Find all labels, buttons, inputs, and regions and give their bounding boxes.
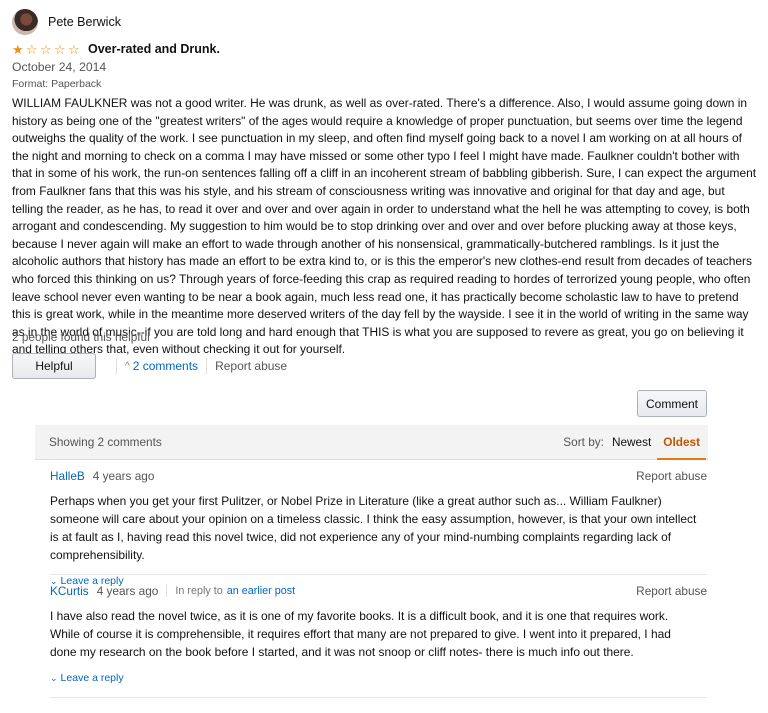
star-rating: ★ ☆ ☆ ☆ ☆ (12, 43, 82, 56)
comment-item: KCurtis 4 years ago In reply to an earli… (50, 584, 707, 684)
star-empty-icon: ☆ (26, 41, 38, 57)
review-title[interactable]: Over-rated and Drunk. (88, 42, 220, 56)
comment-time: 4 years ago (96, 584, 159, 598)
review-actions: Helpful ^ 2 comments Report abuse (12, 353, 287, 379)
leave-reply-label[interactable]: Leave a reply (61, 672, 124, 684)
comments-count: Showing 2 comments (49, 435, 162, 449)
comment-divider (50, 574, 707, 575)
comment-divider (50, 697, 707, 698)
review-page: Pete Berwick ★ ☆ ☆ ☆ ☆ Over-rated and Dr… (0, 0, 768, 713)
comment-meta: KCurtis 4 years ago In reply to an earli… (50, 584, 707, 598)
review-date: October 24, 2014 (12, 60, 107, 74)
in-reply-to-link[interactable]: an earlier post (227, 585, 295, 597)
comment-report-abuse-link[interactable]: Report abuse (636, 469, 707, 483)
leave-reply-link[interactable]: ⌄ Leave a reply (50, 672, 707, 684)
comment-text: I have also read the novel twice, as it … (50, 609, 671, 659)
chevron-down-icon: ⌄ (50, 673, 58, 683)
divider (116, 358, 117, 374)
comment-text: Perhaps when you get your first Pulitzer… (50, 494, 697, 562)
star-empty-icon: ☆ (40, 41, 52, 57)
chevron-up-icon[interactable]: ^ (125, 361, 130, 372)
sort-newest[interactable]: Newest (612, 435, 651, 449)
helpful-count: 2 people found this helpful (12, 330, 150, 344)
review-body: WILLIAM FAULKNER was not a good writer. … (12, 96, 757, 357)
sort-label: Sort by: (563, 435, 604, 449)
comments-header: Showing 2 comments Sort by: Newest Oldes… (35, 425, 708, 460)
reviewer-name[interactable]: Pete Berwick (48, 15, 121, 29)
comment-meta: HalleB 4 years ago (50, 469, 707, 483)
report-abuse-link[interactable]: Report abuse (215, 359, 287, 373)
sort-control: Sort by: Newest Oldest (563, 435, 706, 460)
sort-oldest[interactable]: Oldest (657, 435, 706, 460)
reviewer-profile[interactable]: Pete Berwick (12, 9, 121, 35)
comment-item: HalleB 4 years ago Report abuse Perhaps … (50, 469, 707, 587)
comment-author[interactable]: KCurtis (50, 584, 89, 598)
star-filled-icon: ★ (12, 41, 24, 57)
in-reply-to-label: In reply to (166, 585, 223, 597)
star-empty-icon: ☆ (68, 41, 80, 57)
helpful-button[interactable]: Helpful (12, 353, 96, 379)
star-empty-icon: ☆ (54, 41, 66, 57)
review-title-row: ★ ☆ ☆ ☆ ☆ Over-rated and Drunk. (12, 42, 220, 56)
comment-time: 4 years ago (92, 469, 155, 483)
comment-author[interactable]: HalleB (50, 469, 85, 483)
comments-link[interactable]: 2 comments (133, 359, 198, 373)
review-format: Format: Paperback (12, 78, 102, 90)
comment-report-abuse-link[interactable]: Report abuse (636, 584, 707, 598)
divider (206, 358, 208, 374)
avatar[interactable] (12, 9, 38, 35)
comment-button[interactable]: Comment (637, 390, 707, 417)
